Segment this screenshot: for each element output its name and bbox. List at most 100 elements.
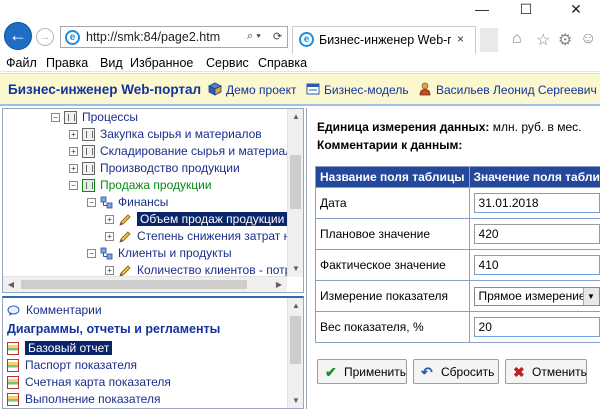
expand-icon[interactable]: + bbox=[69, 147, 78, 157]
indicator-details-panel: Единица измерения данных: млн. руб. в ме… bbox=[306, 108, 600, 409]
menu-favorites[interactable]: Избранное bbox=[130, 56, 193, 70]
report-scorecard[interactable]: Счетная карта показателя bbox=[7, 374, 171, 390]
expand-icon[interactable]: + bbox=[69, 130, 78, 140]
fields-table: Название поля таблицы Значение поля табл… bbox=[315, 166, 600, 343]
field-name: Плановое значение bbox=[315, 218, 470, 250]
unit-label: Единица измерения данных: bbox=[317, 120, 490, 134]
address-bar[interactable]: e http://smk:84/page2.htm ⌕ ▾ ⟳ bbox=[60, 26, 288, 48]
reports-vertical-scrollbar[interactable]: ▲ ▼ bbox=[287, 298, 303, 408]
scroll-down-icon[interactable]: ▼ bbox=[288, 393, 303, 408]
weight-input[interactable] bbox=[473, 317, 600, 337]
menu-tools[interactable]: Сервис bbox=[206, 56, 249, 70]
reset-button[interactable]: ↶ Сбросить bbox=[413, 359, 499, 384]
menu-bar: Файл Правка Вид Избранное Сервис Справка bbox=[0, 54, 600, 72]
field-value-cell bbox=[468, 311, 600, 343]
scroll-left-icon[interactable]: ◀ bbox=[3, 277, 19, 292]
process-icon bbox=[82, 145, 95, 159]
tree-item-storage[interactable]: + Складирование сырья и материалов bbox=[69, 143, 303, 159]
scroll-thumb[interactable] bbox=[290, 316, 301, 364]
planned-value-input[interactable] bbox=[473, 224, 600, 244]
tab-close-icon[interactable]: × bbox=[457, 32, 464, 46]
measurement-selected-value: Прямое измерение bbox=[478, 288, 586, 303]
expand-icon[interactable]: + bbox=[69, 164, 78, 174]
field-name: Измерение показателя bbox=[315, 280, 470, 312]
date-input[interactable] bbox=[473, 193, 600, 213]
col-field-value: Значение поля таблицы bbox=[468, 166, 600, 188]
tree-item-sales-volume[interactable]: + Объем продаж продукции bbox=[105, 211, 288, 227]
comments-row: Комментарии к данным: bbox=[317, 138, 462, 152]
back-button[interactable]: ← bbox=[4, 22, 32, 50]
scroll-h-thumb[interactable] bbox=[21, 280, 247, 289]
scroll-up-icon[interactable]: ▲ bbox=[288, 298, 303, 314]
reports-panel: Комментарии Диаграммы, отчеты и регламен… bbox=[2, 296, 304, 409]
field-name: Вес показателя, % bbox=[315, 311, 470, 343]
table-row: Дата bbox=[315, 187, 600, 219]
expand-icon[interactable]: + bbox=[105, 232, 114, 242]
report-icon bbox=[7, 342, 19, 356]
menu-file[interactable]: Файл bbox=[6, 56, 37, 70]
measurement-select[interactable]: Прямое измерение ▼ bbox=[473, 286, 600, 306]
table-row: Фактическое значение bbox=[315, 249, 600, 281]
scroll-up-icon[interactable]: ▲ bbox=[288, 109, 303, 125]
unit-row: Единица измерения данных: млн. руб. в ме… bbox=[317, 120, 582, 134]
collapse-icon[interactable]: − bbox=[87, 198, 96, 208]
tree-horizontal-scrollbar[interactable]: ◀ ▶ bbox=[3, 276, 287, 292]
tree-item-production[interactable]: + Производство продукции bbox=[69, 160, 240, 176]
forward-button[interactable]: → bbox=[36, 28, 54, 46]
table-row: Вес показателя, % bbox=[315, 311, 600, 343]
expand-icon[interactable]: + bbox=[105, 215, 114, 225]
collapse-icon[interactable]: − bbox=[87, 249, 96, 259]
checkmark-icon: ✔ bbox=[325, 364, 337, 380]
cancel-button[interactable]: ✖ Отменить bbox=[505, 359, 587, 384]
scroll-right-icon[interactable]: ▶ bbox=[271, 277, 287, 292]
process-tree-panel: − Процессы + Закупка сырья и материалов + С… bbox=[2, 108, 304, 293]
user-name-link[interactable]: Васильев Леонид Сергеевич bbox=[436, 83, 597, 97]
actual-value-input[interactable] bbox=[473, 255, 600, 275]
comments-link[interactable]: Комментарии bbox=[7, 302, 102, 318]
report-execution[interactable]: Выполнение показателя bbox=[7, 391, 160, 407]
home-icon[interactable]: ⌂ bbox=[512, 30, 522, 48]
tree-item-clients[interactable]: − Клиенты и продукты bbox=[87, 245, 232, 261]
browser-tab[interactable]: e Бизнес-инженер Web-по... × bbox=[292, 26, 476, 54]
collapse-icon[interactable]: − bbox=[51, 113, 60, 123]
process-icon bbox=[82, 162, 95, 176]
expand-icon[interactable]: + bbox=[105, 266, 114, 276]
settings-gear-icon[interactable]: ⚙ bbox=[558, 30, 572, 50]
address-url: http://smk:84/page2.htm bbox=[86, 30, 221, 44]
feedback-smiley-icon[interactable]: ☺ bbox=[580, 30, 596, 48]
scroll-thumb[interactable] bbox=[290, 155, 301, 209]
tree-item-sales[interactable]: − Продажа продукции bbox=[69, 177, 212, 193]
report-passport[interactable]: Паспорт показателя bbox=[7, 357, 137, 373]
tab-title: Бизнес-инженер Web-по... bbox=[319, 33, 451, 47]
field-name: Дата bbox=[315, 187, 470, 219]
menu-edit[interactable]: Правка bbox=[46, 56, 88, 70]
table-header-row: Название поля таблицы Значение поля табл… bbox=[315, 166, 600, 188]
apply-button[interactable]: ✔ Применить bbox=[317, 359, 407, 384]
col-field-name: Название поля таблицы bbox=[315, 166, 470, 188]
tree-item-finance[interactable]: − Финансы bbox=[87, 194, 168, 210]
minimize-button[interactable]: — bbox=[462, 0, 502, 20]
tree-item-processes[interactable]: − Процессы bbox=[51, 109, 138, 125]
maximize-button[interactable]: ☐ bbox=[506, 0, 546, 20]
menu-view[interactable]: Вид bbox=[100, 56, 123, 70]
collapse-icon[interactable]: − bbox=[69, 181, 78, 191]
process-icon bbox=[64, 111, 77, 125]
new-tab-button[interactable] bbox=[480, 28, 498, 52]
tree-item-purchase[interactable]: + Закупка сырья и материалов bbox=[69, 126, 262, 142]
close-window-button[interactable]: ✕ bbox=[556, 0, 596, 20]
business-model-link[interactable]: Бизнес-модель bbox=[324, 83, 409, 97]
dropdown-arrow-icon[interactable]: ▼ bbox=[582, 287, 599, 305]
favorites-star-icon[interactable]: ☆ bbox=[536, 30, 550, 50]
field-value-cell bbox=[468, 218, 600, 250]
tree-vertical-scrollbar[interactable]: ▲ ▼ bbox=[287, 109, 303, 277]
scroll-down-icon[interactable]: ▼ bbox=[288, 261, 303, 277]
search-dropdown-icon[interactable]: ⌕ ▾ bbox=[247, 30, 261, 43]
demo-project-link[interactable]: Демо проект bbox=[226, 83, 296, 97]
undo-arrow-icon: ↶ bbox=[421, 364, 433, 380]
menu-help[interactable]: Справка bbox=[258, 56, 307, 70]
tree-item-cost-reduction[interactable]: + Степень снижения затрат на bbox=[105, 228, 297, 244]
report-base[interactable]: Базовый отчет bbox=[7, 340, 113, 356]
field-value-cell: Прямое измерение ▼ bbox=[468, 280, 600, 312]
refresh-icon[interactable]: ⟳ bbox=[273, 30, 282, 43]
indicator-pencil-icon bbox=[119, 214, 131, 226]
